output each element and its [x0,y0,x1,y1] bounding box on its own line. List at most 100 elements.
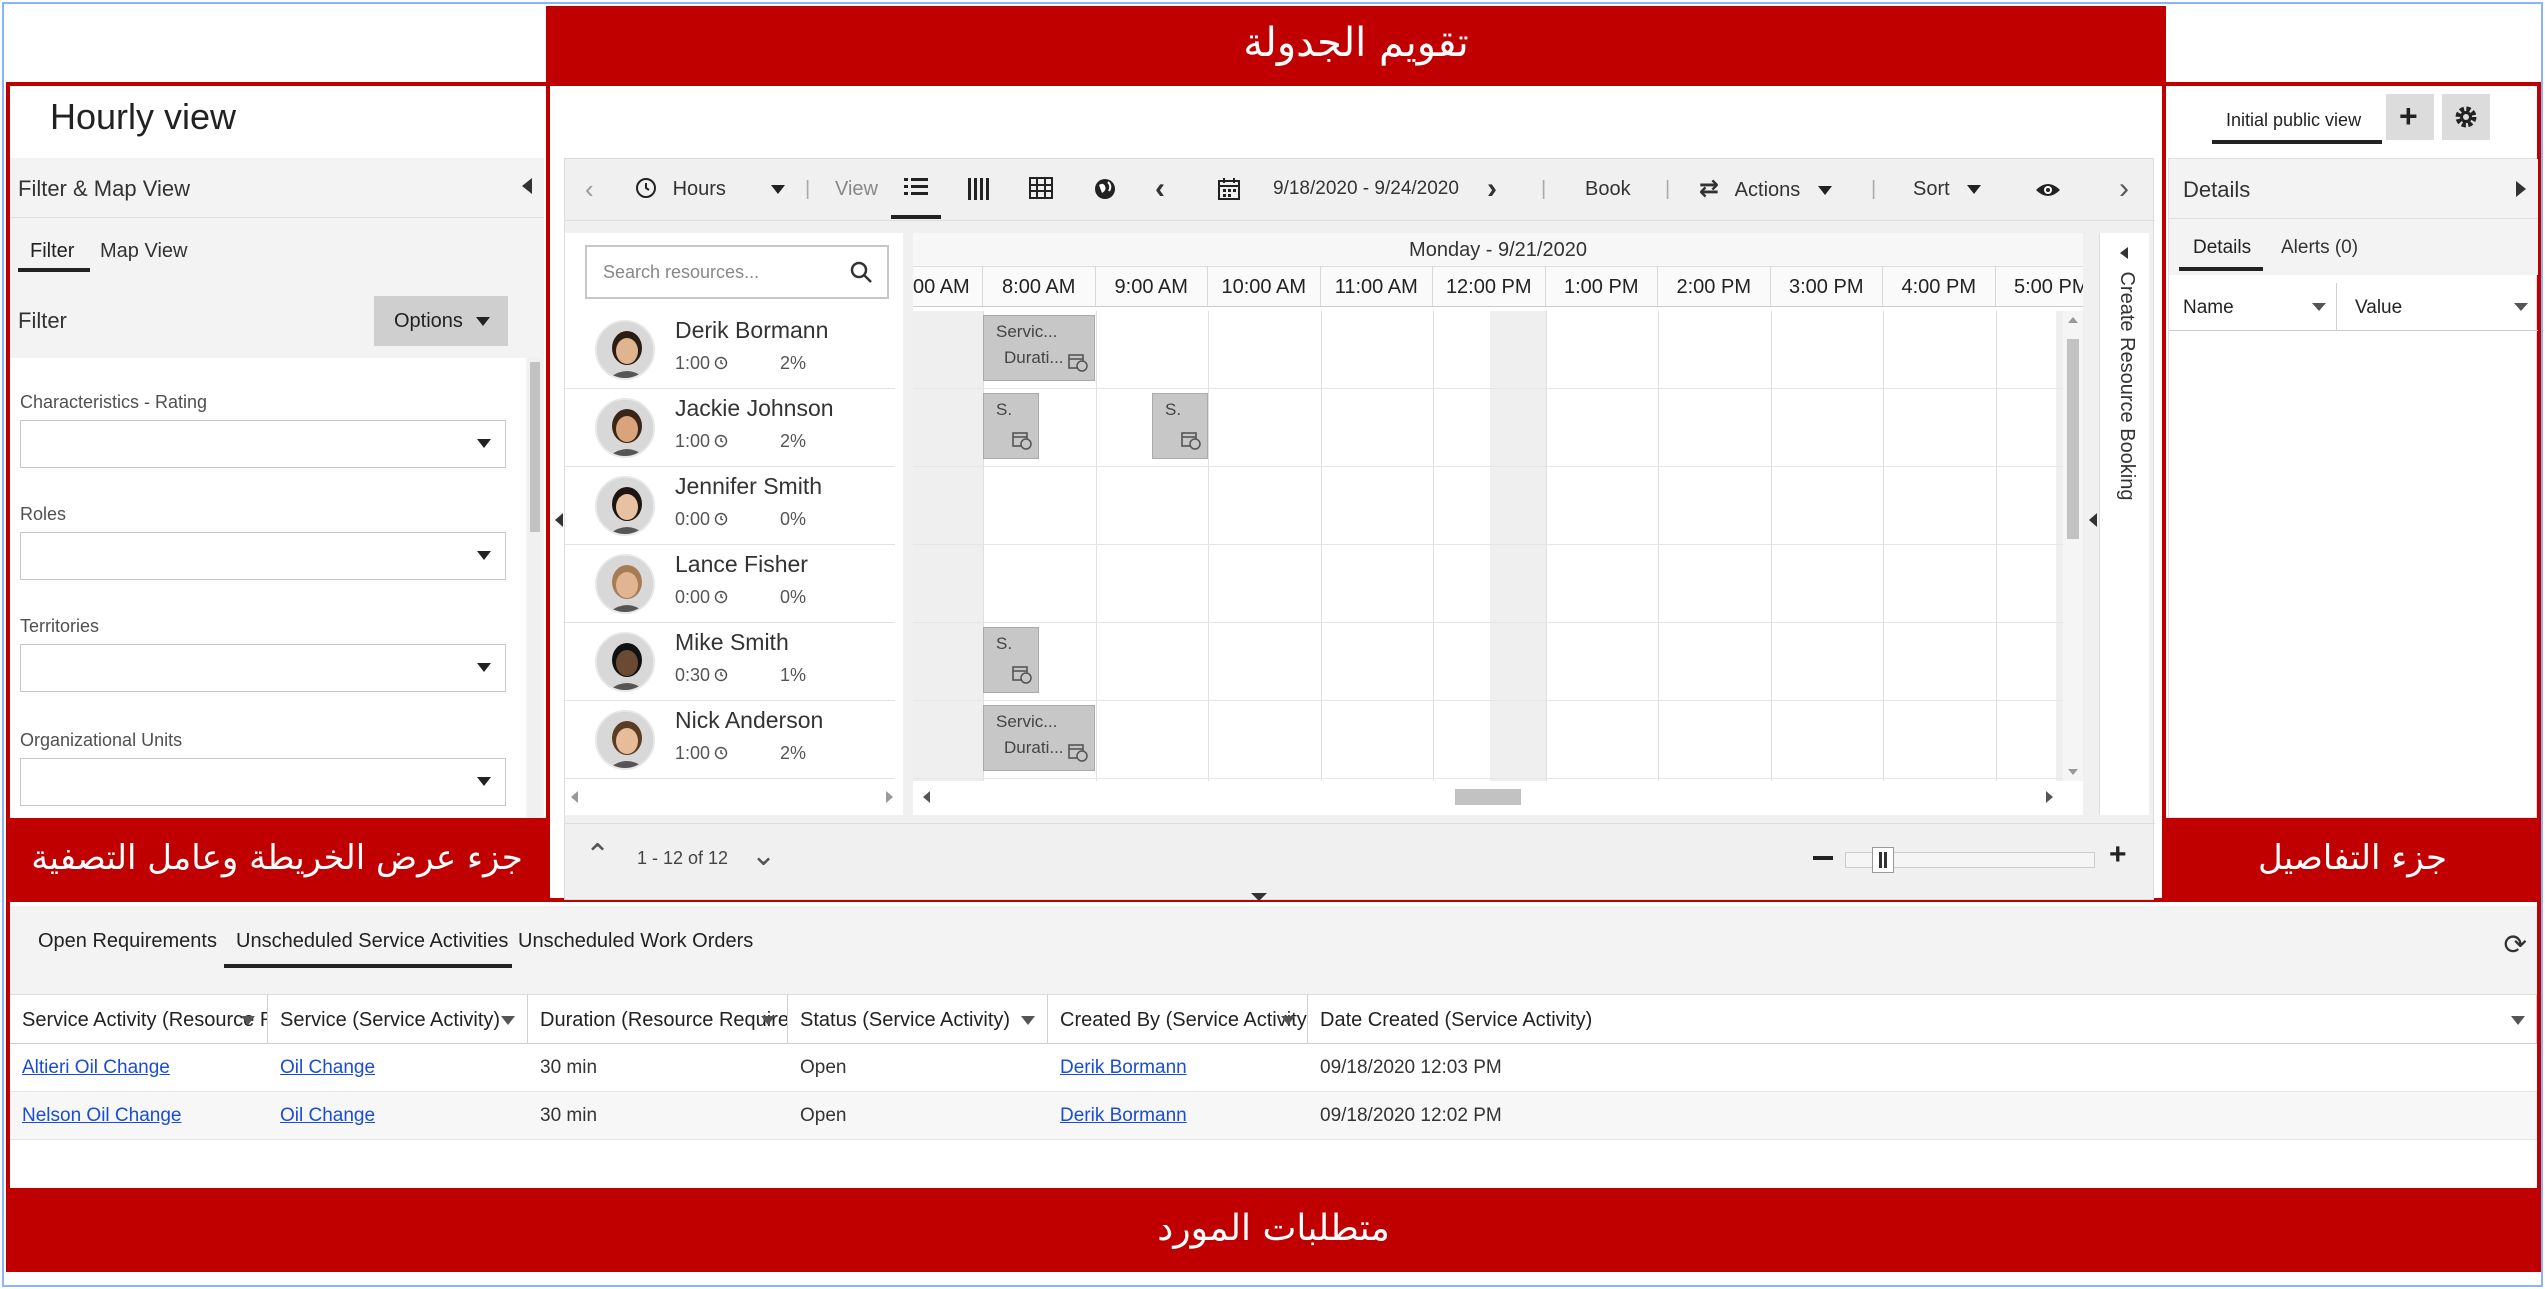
table-cell-link[interactable]: Derik Bormann [1048,1044,1308,1092]
table-cell-link[interactable]: Altieri Oil Change [10,1044,268,1092]
booking-block[interactable]: S. [983,393,1039,459]
org-units-dropdown[interactable] [20,758,506,806]
zoom-out-icon[interactable] [1813,856,1833,860]
options-button[interactable]: Options [374,296,508,346]
map-view-button[interactable] [1093,177,1117,201]
resource-row[interactable]: Derik Bormann 1:00 2% [565,311,895,389]
vertical-view-button[interactable] [967,177,991,201]
hscroll-thumb[interactable] [1455,789,1521,805]
booking-block[interactable]: Servic... Durati... [983,705,1095,771]
tab-filter[interactable]: Filter [18,236,90,272]
collapse-left-icon[interactable] [522,178,532,194]
column-value[interactable]: Value [2337,283,2538,331]
left-scrollbar-thumb[interactable] [530,362,540,532]
zoom-slider[interactable] [1845,847,2095,873]
tab-alerts[interactable]: Alerts (0) [2281,237,2358,259]
roles-dropdown[interactable] [20,532,506,580]
territories-dropdown[interactable] [20,644,506,692]
toolbar-sep: | [1871,178,1877,200]
settings-button[interactable] [2442,94,2490,140]
scroll-down-icon[interactable] [2068,769,2078,775]
actions-button[interactable]: ⇄ Actions [1699,159,1832,219]
timeline-vscroll[interactable] [2063,311,2083,781]
vscroll-thumb[interactable] [2067,339,2079,539]
resource-hscroll[interactable] [565,787,903,807]
timeline-hscroll[interactable] [913,787,2063,807]
refresh-icon[interactable]: ⟳ [2504,928,2527,961]
column-header-label: Service Activity (Resource Requirement) [22,1009,267,1031]
table-cell-link[interactable]: Oil Change [268,1044,528,1092]
hours-dropdown[interactable]: Hours [635,159,786,219]
hour-label: 11:00 AM [1321,267,1433,306]
column-header[interactable]: Date Created (Service Activity) [1308,995,2537,1045]
table-cell-link[interactable]: Derik Bormann [1048,1092,1308,1140]
tab-alerts-label: Alerts (0) [2281,237,2359,258]
search-icon[interactable] [849,260,873,284]
page-down-icon[interactable]: ⌄ [751,838,776,873]
table-cell-link[interactable]: Oil Change [268,1092,528,1140]
booking-block[interactable]: S. [1152,393,1208,459]
list-view-button[interactable] [891,159,941,219]
visibility-button[interactable] [2035,181,2061,199]
view-selector[interactable]: Initial public view [2212,94,2382,144]
booking-block[interactable]: Servic... Durati... [983,315,1095,381]
column-header[interactable]: Duration (Resource Requirement) [528,995,788,1045]
resource-row[interactable]: Nick Anderson 1:00 2% [565,701,895,779]
cell-text: Open [800,1057,847,1078]
tab-details[interactable]: Details [2179,233,2263,271]
sort-button[interactable]: Sort [1913,159,1982,219]
cell-text[interactable]: Oil Change [280,1105,375,1126]
cell-text[interactable]: Oil Change [280,1057,375,1078]
table-cell-link[interactable]: Nelson Oil Change [10,1092,268,1140]
toolbar-more-icon[interactable]: › [2119,159,2129,219]
next-week-icon[interactable]: › [1487,159,1497,219]
column-header[interactable]: Service (Service Activity) [268,995,528,1045]
scroll-left-icon[interactable] [923,791,930,803]
tab-open-requirements[interactable]: Open Requirements [38,930,217,953]
scroll-right-icon[interactable] [2046,791,2053,803]
table-row[interactable]: Altieri Oil Change Oil Change 30 min Open De… [10,1044,2537,1092]
column-name[interactable]: Name [2169,283,2337,331]
cell-text[interactable]: Derik Bormann [1060,1105,1187,1126]
cell-text[interactable]: Altieri Oil Change [22,1057,170,1078]
book-button[interactable]: Book [1585,159,1631,219]
page-up-icon[interactable]: ⌃ [585,838,610,873]
tab-unscheduled-service-activities[interactable]: Unscheduled Service Activities [224,926,512,968]
search-resources-box[interactable]: Search resources... [585,245,889,299]
booking-block[interactable]: S. [983,627,1039,693]
callout-filter-map-label: جزء عرض الخريطة وعامل التصفية [31,838,523,878]
view-selector-label: Initial public view [2226,110,2362,130]
collapse-right-icon[interactable] [2516,181,2526,197]
zoom-in-icon[interactable]: + [2109,838,2127,872]
tab-unscheduled-work-orders[interactable]: Unscheduled Work Orders [518,930,753,953]
column-header[interactable]: Created By (Service Activity) [1048,995,1308,1045]
left-scrollbar[interactable] [528,358,542,818]
collapse-timeline-icon[interactable] [2089,513,2097,527]
previous-week-icon[interactable]: ‹ [1155,159,1165,219]
expand-booking-icon[interactable] [2120,247,2128,259]
resource-utilization: 2% [780,743,807,763]
chevron-left-icon[interactable]: ‹ [585,159,594,219]
tab-map-view[interactable]: Map View [100,240,187,263]
calendar-button[interactable] [1217,177,1241,201]
table-row[interactable]: Nelson Oil Change Oil Change 30 min Open Der… [10,1092,2537,1140]
scroll-right-icon[interactable] [886,791,893,803]
column-header[interactable]: Service Activity (Resource Requirement) [10,995,268,1045]
cell-text[interactable]: Nelson Oil Change [22,1105,181,1126]
scroll-up-icon[interactable] [2068,317,2078,323]
create-booking-panel[interactable]: Create Resource Booking [2099,233,2149,815]
rating-dropdown[interactable] [20,420,506,468]
resource-row[interactable]: Lance Fisher 0:00 0% [565,545,895,623]
column-header[interactable]: Status (Service Activity) [788,995,1048,1045]
resource-row[interactable]: Jackie Johnson 1:00 2% [565,389,895,467]
chevron-down-icon [241,1016,255,1025]
cell-text[interactable]: Derik Bormann [1060,1057,1187,1078]
resource-row[interactable]: Jennifer Smith 0:00 0% [565,467,895,545]
collapse-resource-icon[interactable] [555,513,563,527]
scroll-left-icon[interactable] [571,791,578,803]
zoom-slider-handle[interactable] [1872,847,1894,873]
grid-view-button[interactable] [1029,177,1053,199]
add-view-button[interactable]: + [2386,94,2434,140]
date-range[interactable]: 9/18/2020 - 9/24/2020 [1273,159,1459,219]
resource-row[interactable]: Mike Smith 0:30 1% [565,623,895,701]
